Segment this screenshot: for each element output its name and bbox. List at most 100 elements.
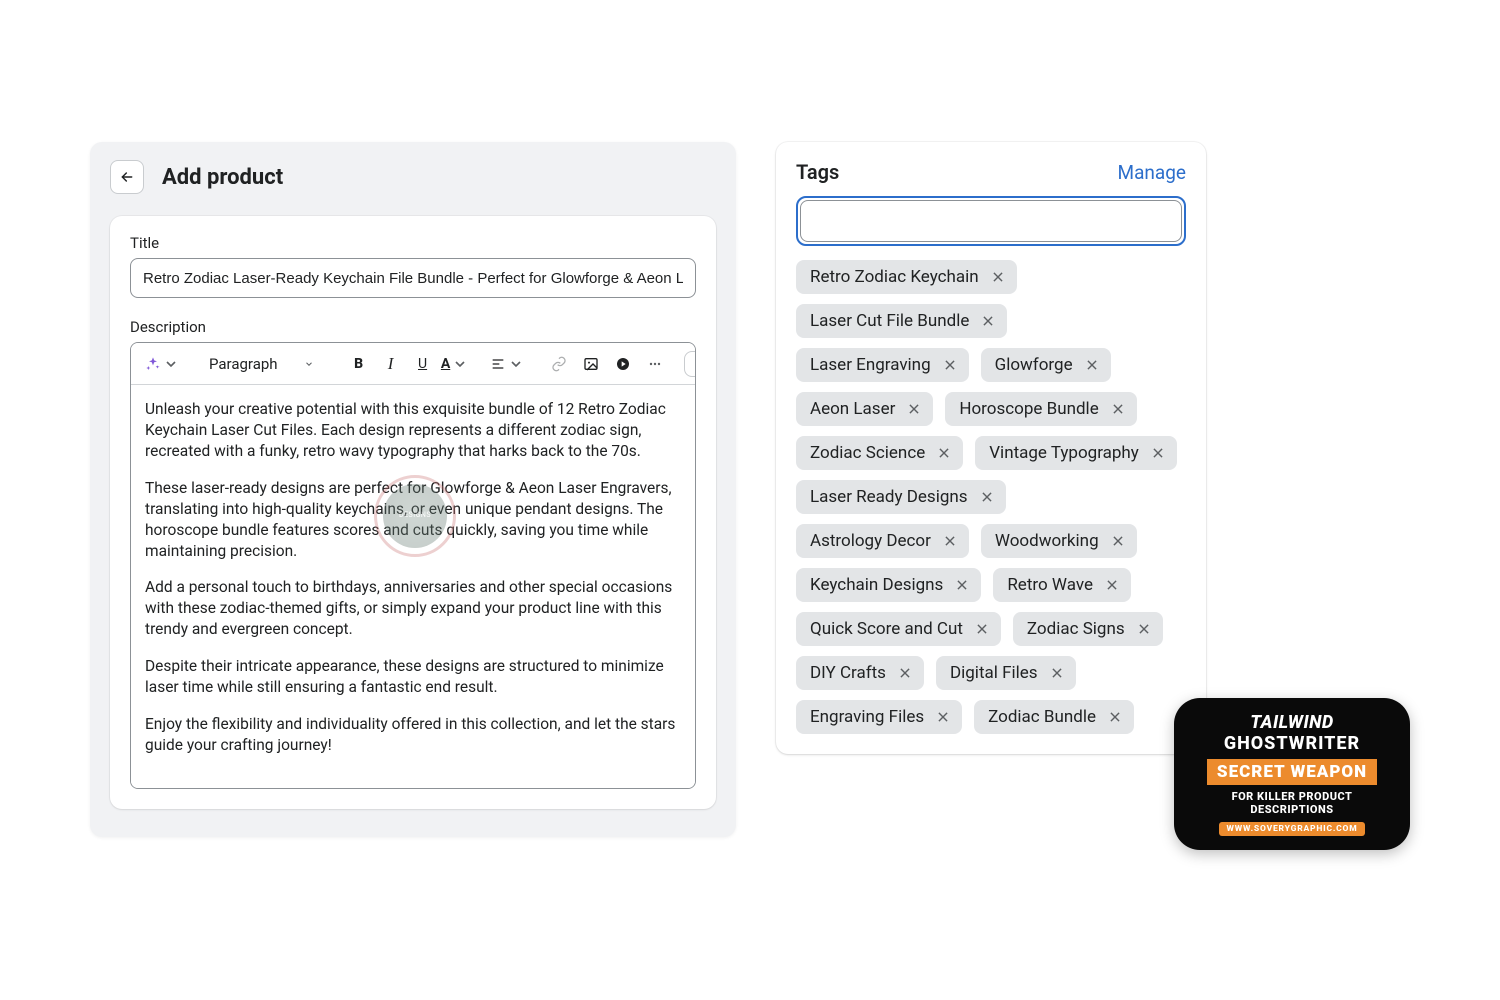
play-circle-icon bbox=[615, 356, 631, 372]
tag-chip: Laser Cut File Bundle bbox=[796, 304, 1007, 338]
tag-label: Zodiac Bundle bbox=[988, 707, 1096, 727]
tag-label: Horoscope Bundle bbox=[959, 399, 1098, 419]
close-icon bbox=[955, 578, 969, 592]
close-icon bbox=[1050, 666, 1064, 680]
tag-remove-button[interactable] bbox=[905, 400, 923, 418]
tag-chip: Vintage Typography bbox=[975, 436, 1177, 470]
close-icon bbox=[1137, 622, 1151, 636]
tag-remove-button[interactable] bbox=[1083, 356, 1101, 374]
tag-remove-button[interactable] bbox=[1106, 708, 1124, 726]
tag-remove-button[interactable] bbox=[1149, 444, 1167, 462]
text-color-button[interactable]: A bbox=[440, 349, 470, 379]
tag-list: Retro Zodiac Keychain Laser Cut File Bund… bbox=[796, 260, 1186, 734]
tag-remove-button[interactable] bbox=[1109, 532, 1127, 550]
tag-label: Quick Score and Cut bbox=[810, 619, 963, 639]
paragraph-format-select[interactable]: Paragraph bbox=[199, 351, 324, 377]
tag-chip: Zodiac Bundle bbox=[974, 700, 1134, 734]
close-icon bbox=[1105, 578, 1119, 592]
tag-chip: Zodiac Signs bbox=[1013, 612, 1163, 646]
tag-chip: Retro Zodiac Keychain bbox=[796, 260, 1017, 294]
tag-remove-button[interactable] bbox=[941, 532, 959, 550]
tag-remove-button[interactable] bbox=[896, 664, 914, 682]
format-select-label: Paragraph bbox=[209, 355, 278, 373]
tag-chip: Quick Score and Cut bbox=[796, 612, 1001, 646]
tag-chip: Woodworking bbox=[981, 524, 1137, 558]
bold-button[interactable]: B bbox=[344, 349, 374, 379]
arrow-left-icon bbox=[119, 169, 135, 185]
tag-remove-button[interactable] bbox=[973, 620, 991, 638]
italic-button[interactable]: I bbox=[376, 349, 406, 379]
tag-chip: Aeon Laser bbox=[796, 392, 933, 426]
tag-chip: Glowforge bbox=[981, 348, 1111, 382]
tag-input[interactable] bbox=[800, 200, 1182, 242]
close-icon bbox=[1111, 402, 1125, 416]
tag-chip: DIY Crafts bbox=[796, 656, 924, 690]
align-left-icon bbox=[490, 356, 506, 372]
title-input[interactable] bbox=[130, 258, 696, 298]
tag-label: Keychain Designs bbox=[810, 575, 943, 595]
page-title: Add product bbox=[162, 165, 283, 190]
link-icon bbox=[551, 356, 567, 372]
tags-title: Tags bbox=[796, 160, 839, 184]
badge-line4: FOR KILLER PRODUCT DESCRIPTIONS bbox=[1190, 790, 1394, 816]
image-button[interactable] bbox=[576, 349, 606, 379]
tag-label: Vintage Typography bbox=[989, 443, 1139, 463]
align-button[interactable] bbox=[490, 349, 524, 379]
manage-tags-link[interactable]: Manage bbox=[1118, 161, 1187, 184]
editor-toolbar: Paragraph B I U A bbox=[131, 343, 695, 385]
dots-horizontal-icon bbox=[647, 356, 663, 372]
tag-chip: Horoscope Bundle bbox=[945, 392, 1136, 426]
tag-label: Engraving Files bbox=[810, 707, 924, 727]
link-button[interactable] bbox=[544, 349, 574, 379]
close-icon bbox=[936, 710, 950, 724]
tag-label: Laser Engraving bbox=[810, 355, 931, 375]
underline-button[interactable]: U bbox=[408, 349, 438, 379]
more-button[interactable] bbox=[640, 349, 670, 379]
close-icon bbox=[943, 534, 957, 548]
close-icon bbox=[991, 270, 1005, 284]
close-icon bbox=[1085, 358, 1099, 372]
close-icon bbox=[981, 314, 995, 328]
product-form-panel: Add product Title Description bbox=[90, 142, 736, 837]
tag-remove-button[interactable] bbox=[941, 356, 959, 374]
tag-remove-button[interactable] bbox=[953, 576, 971, 594]
tag-remove-button[interactable] bbox=[989, 268, 1007, 286]
description-label: Description bbox=[130, 318, 696, 336]
close-icon bbox=[1151, 446, 1165, 460]
tag-label: Astrology Decor bbox=[810, 531, 931, 551]
close-icon bbox=[898, 666, 912, 680]
badge-line3: SECRET WEAPON bbox=[1207, 759, 1377, 785]
description-paragraph: These laser-ready designs are perfect fo… bbox=[145, 478, 681, 562]
description-paragraph: Add a personal touch to birthdays, anniv… bbox=[145, 577, 681, 640]
tag-label: DIY Crafts bbox=[810, 663, 886, 683]
product-card: Title Description bbox=[110, 216, 716, 809]
tag-remove-button[interactable] bbox=[935, 444, 953, 462]
tags-panel: Tags Manage Retro Zodiac Keychain Laser C… bbox=[776, 142, 1206, 754]
tag-label: Laser Cut File Bundle bbox=[810, 311, 969, 331]
tag-remove-button[interactable] bbox=[1048, 664, 1066, 682]
chevron-down-icon bbox=[163, 356, 179, 372]
back-button[interactable] bbox=[110, 160, 144, 194]
description-textarea[interactable]: Unleash your creative potential with thi… bbox=[131, 385, 695, 788]
code-view-button[interactable]: </> bbox=[684, 351, 696, 377]
tag-remove-button[interactable] bbox=[934, 708, 952, 726]
tag-remove-button[interactable] bbox=[1103, 576, 1121, 594]
title-label: Title bbox=[130, 234, 696, 252]
badge-line2: GHOSTWRITER bbox=[1190, 733, 1394, 754]
chevron-down-icon bbox=[452, 356, 468, 372]
tag-chip: Astrology Decor bbox=[796, 524, 969, 558]
tag-chip: Digital Files bbox=[936, 656, 1076, 690]
ai-magic-button[interactable] bbox=[145, 349, 179, 379]
video-button[interactable] bbox=[608, 349, 638, 379]
tag-remove-button[interactable] bbox=[979, 312, 997, 330]
tag-chip: Laser Engraving bbox=[796, 348, 969, 382]
badge-line5: WWW.SOVERYGRAPHIC.COM bbox=[1219, 822, 1366, 836]
close-icon bbox=[975, 622, 989, 636]
description-paragraph: Despite their intricate appearance, thes… bbox=[145, 656, 681, 698]
tag-remove-button[interactable] bbox=[1135, 620, 1153, 638]
tag-remove-button[interactable] bbox=[978, 488, 996, 506]
tag-label: Laser Ready Designs bbox=[810, 487, 968, 507]
close-icon bbox=[907, 402, 921, 416]
chevron-down-icon bbox=[508, 356, 524, 372]
tag-remove-button[interactable] bbox=[1109, 400, 1127, 418]
